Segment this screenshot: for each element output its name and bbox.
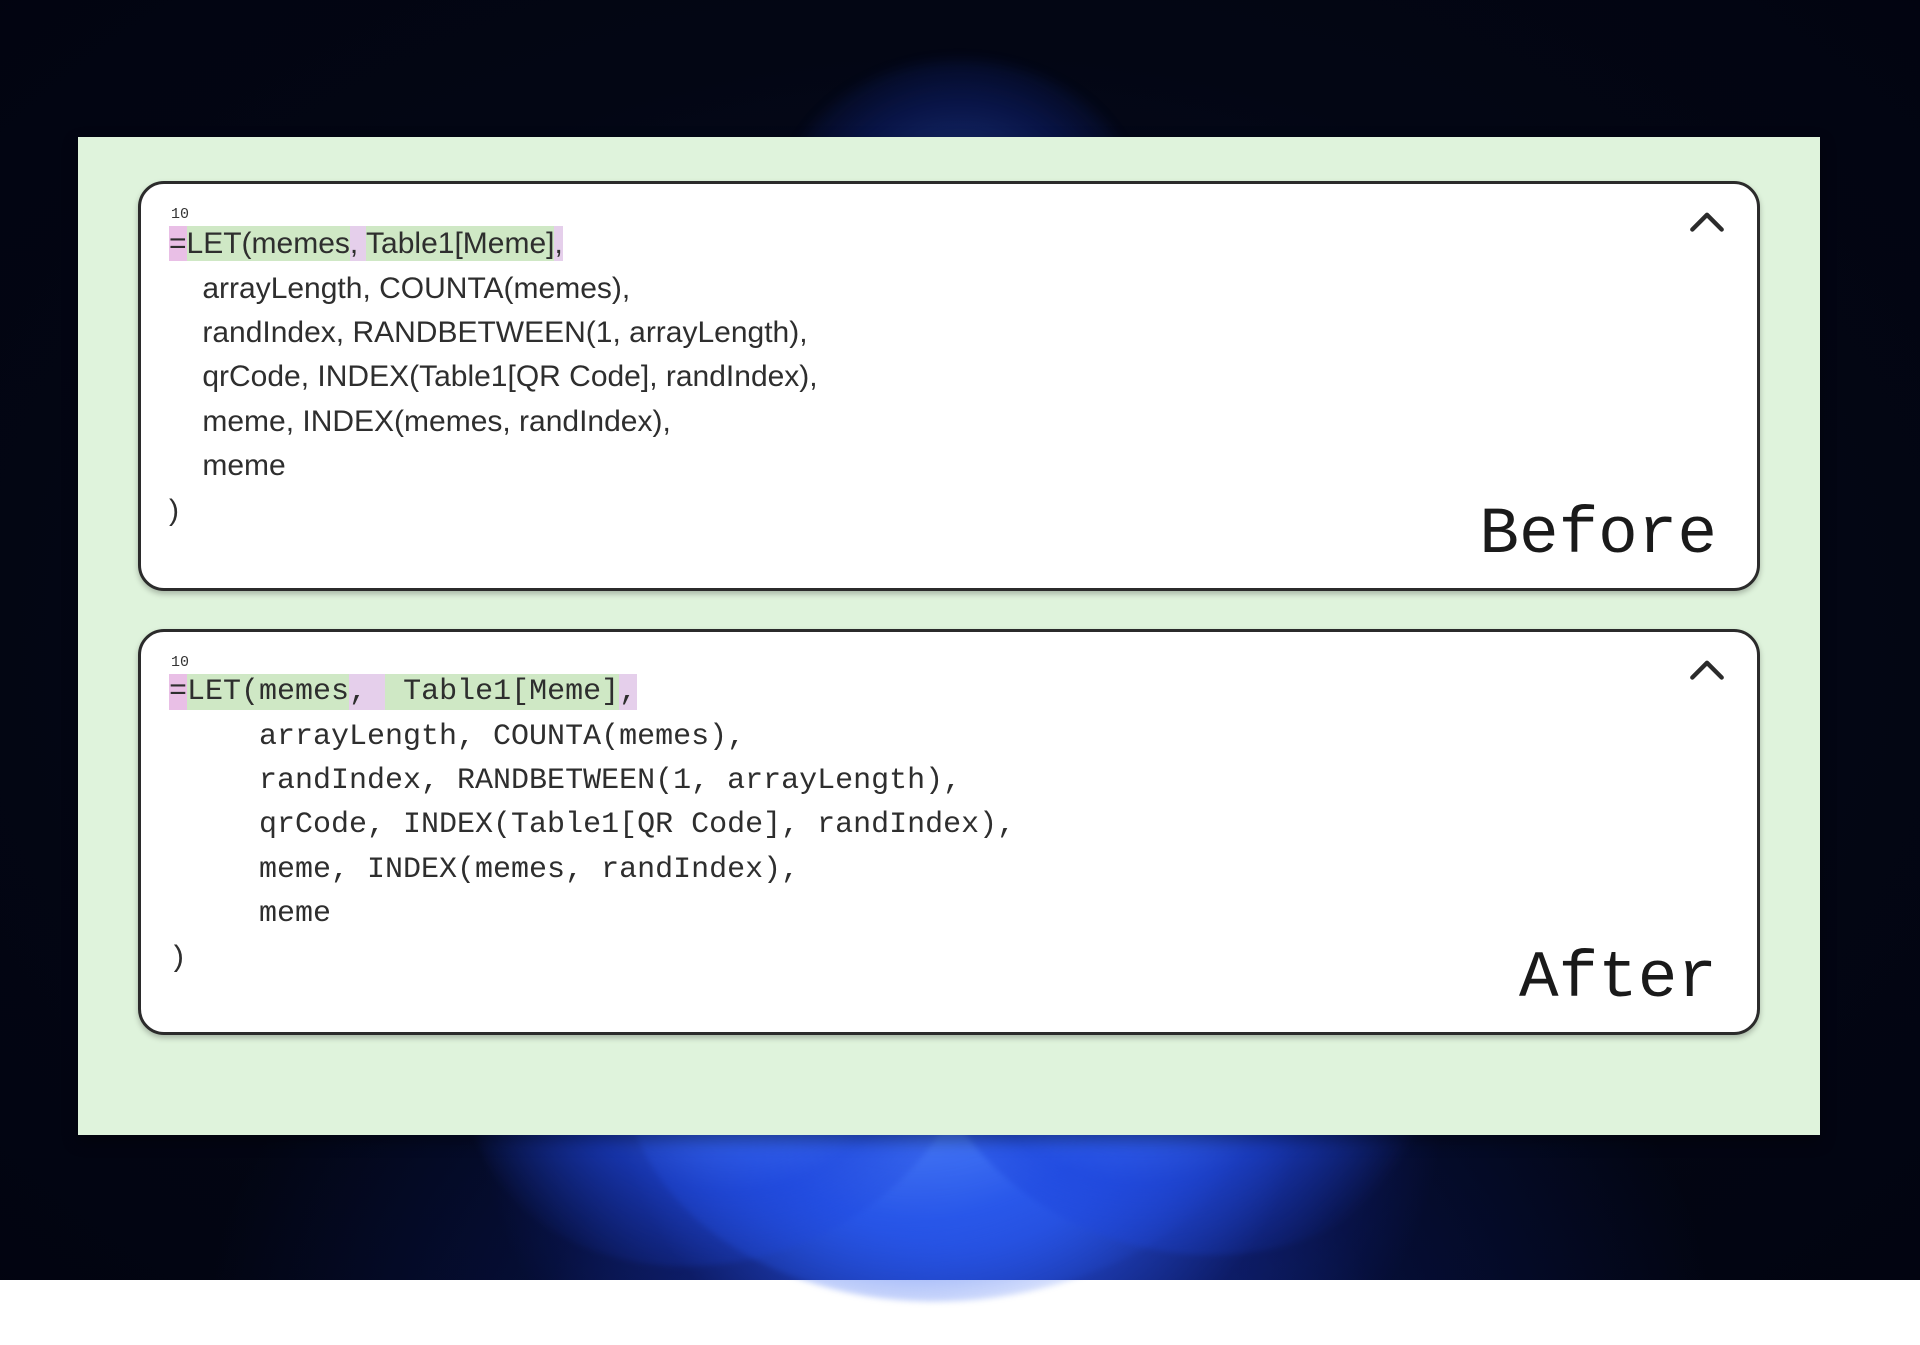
formula-panel-before: 10 =LET(memes, Table1[Meme], arrayLength… (138, 181, 1760, 591)
code-line: qrCode, INDEX(Table1[QR Code], randIndex… (169, 808, 1015, 842)
hl-trail: , (554, 226, 562, 261)
code-line: ) (169, 494, 179, 527)
comparison-card: 10 =LET(memes, Table1[Meme], arrayLength… (78, 137, 1820, 1135)
hl-trail: , (619, 674, 637, 710)
formula-panel-after: 10 =LET(memes, Table1[Meme], arrayLength… (138, 629, 1760, 1035)
code-line: meme (169, 449, 286, 482)
panel-label-before: Before (1479, 497, 1717, 572)
hl-equals: = (169, 674, 187, 710)
hl-equals: = (169, 226, 187, 261)
hl-sep: , (350, 226, 366, 261)
code-line: meme, INDEX(memes, randIndex), (169, 405, 671, 438)
formula-code-before: 10 =LET(memes, Table1[Meme], arrayLength… (169, 204, 1729, 533)
formula-code-after: 10 =LET(memes, Table1[Meme], arrayLength… (169, 652, 1729, 981)
code-line: randIndex, RANDBETWEEN(1, arrayLength), (169, 764, 961, 798)
hl-arg1: memes (259, 674, 349, 710)
panel-label-after: After (1519, 941, 1717, 1016)
code-line: meme (169, 897, 331, 931)
code-line: arrayLength, COUNTA(memes), (169, 272, 630, 305)
code-line: ) (169, 942, 187, 976)
hl-function: LET( (187, 226, 252, 261)
hl-arg2: Table1[Meme] (366, 226, 554, 261)
code-line: meme, INDEX(memes, randIndex), (169, 853, 799, 887)
hl-arg1: memes (252, 226, 350, 261)
code-line: arrayLength, COUNTA(memes), (169, 720, 745, 754)
code-line: qrCode, INDEX(Table1[QR Code], randIndex… (169, 360, 818, 393)
code-line: randIndex, RANDBETWEEN(1, arrayLength), (169, 316, 808, 349)
hl-sep: , (349, 674, 385, 710)
hl-function: LET( (187, 674, 259, 710)
hl-arg2: Table1[Meme] (385, 674, 619, 710)
